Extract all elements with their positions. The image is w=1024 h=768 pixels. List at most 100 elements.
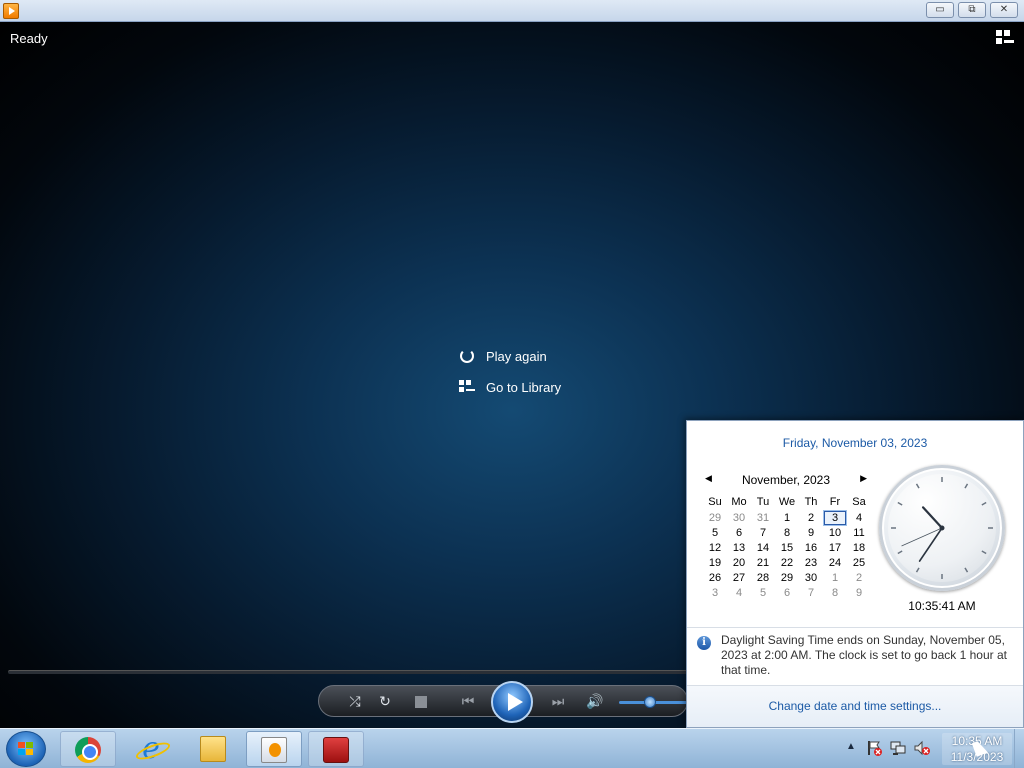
clock-hour-hand [921, 506, 944, 530]
calendar-day[interactable]: 27 [727, 570, 751, 585]
calendar-day[interactable]: 13 [727, 540, 751, 555]
calendar-day[interactable]: 22 [775, 555, 799, 570]
library-icon [458, 379, 476, 395]
calendar-week-row: 3456789 [703, 585, 871, 600]
dst-notice-text: Daylight Saving Time ends on Sunday, Nov… [721, 633, 1007, 677]
calendar-day[interactable]: 23 [799, 555, 823, 570]
clock-center [939, 525, 945, 531]
clock-tick [964, 483, 969, 489]
calendar-day[interactable]: 6 [775, 585, 799, 600]
weekday-header: Mo [731, 496, 747, 508]
go-to-library-link[interactable]: Go to Library [458, 379, 561, 395]
calendar-day[interactable]: 2 [799, 510, 823, 525]
calendar-day[interactable]: 2 [847, 570, 871, 585]
calendar-day[interactable]: 31 [751, 510, 775, 525]
calendar-day[interactable]: 11 [847, 525, 871, 540]
play-again-icon [458, 348, 476, 364]
digital-clock: 10:35:41 AM [908, 599, 976, 613]
seek-bar[interactable] [8, 670, 688, 674]
windows-media-player-app-icon[interactable] [3, 3, 19, 19]
taskbar-file-explorer[interactable] [186, 731, 242, 767]
calendar-day[interactable]: 9 [847, 585, 871, 600]
calendar-day[interactable]: 24 [823, 555, 847, 570]
restore-button[interactable]: ⧉ [958, 2, 986, 18]
next-month-button[interactable]: ▶ [860, 473, 867, 484]
calendar-day[interactable]: 19 [703, 555, 727, 570]
calendar-day[interactable]: 4 [847, 510, 871, 525]
weekday-header: Sa [852, 496, 866, 508]
calendar-day[interactable]: 1 [775, 510, 799, 525]
minimize-button[interactable]: ▭ [926, 2, 954, 18]
calendar-week-row: 26 27 28 29 30 1 2 [703, 570, 871, 585]
volume-slider-thumb[interactable] [643, 696, 656, 708]
calendar-day[interactable]: 1 [823, 570, 847, 585]
calendar-day[interactable]: 28 [751, 570, 775, 585]
shuffle-button[interactable]: ⤮ [345, 693, 365, 710]
calendar-day[interactable]: 16 [799, 540, 823, 555]
weekday-header: Th [804, 496, 818, 508]
calendar-day[interactable]: 4 [727, 585, 751, 600]
calendar-day[interactable]: 5 [703, 525, 727, 540]
calendar-day[interactable]: 6 [727, 525, 751, 540]
calendar-day[interactable]: 26 [703, 570, 727, 585]
calendar-week-row: 19 20 21 22 23 24 25 [703, 555, 871, 570]
calendar-header: ◀ November, 2023 ▶ [705, 473, 867, 487]
calendar-day[interactable]: 5 [751, 585, 775, 600]
windows-logo-icon [18, 742, 34, 756]
calendar-day[interactable]: 10 [823, 525, 847, 540]
play-button[interactable] [491, 681, 533, 723]
go-to-library-label: Go to Library [486, 379, 562, 395]
full-date-link[interactable]: Friday, November 03, 2023 [687, 436, 1023, 450]
calendar-day[interactable]: 14 [751, 540, 775, 555]
play-again-label: Play again [486, 348, 547, 364]
calendar-day[interactable]: 9 [799, 525, 823, 540]
taskbar-internet-explorer[interactable]: e [124, 731, 180, 767]
show-hidden-icons-button[interactable]: ▲ [846, 741, 856, 752]
show-desktop-button[interactable] [1014, 729, 1024, 768]
clock-tick [981, 550, 987, 555]
calendar-month-label[interactable]: November, 2023 [705, 473, 867, 487]
calendar-day[interactable]: 18 [847, 540, 871, 555]
calendar-day[interactable]: 17 [823, 540, 847, 555]
calendar-day[interactable]: 25 [847, 555, 871, 570]
network-icon[interactable] [890, 740, 906, 756]
calendar-day[interactable]: 7 [751, 525, 775, 540]
calendar-day[interactable]: 3 [703, 585, 727, 600]
taskbar-chrome[interactable] [60, 731, 116, 767]
calendar-day[interactable]: 8 [775, 525, 799, 540]
calendar-day[interactable]: 20 [727, 555, 751, 570]
action-center-flag-icon[interactable] [866, 740, 882, 756]
calendar-day[interactable]: 15 [775, 540, 799, 555]
stop-button[interactable] [415, 696, 427, 708]
calendar-day-today[interactable]: 3 [823, 509, 847, 526]
calendar-day[interactable]: 29 [775, 570, 799, 585]
calendar-day[interactable]: 30 [799, 570, 823, 585]
repeat-button[interactable]: ↻ [375, 693, 395, 710]
clock-tick [897, 501, 903, 506]
weekday-header: Su [708, 496, 722, 508]
calendar-day[interactable]: 12 [703, 540, 727, 555]
clock-tick [964, 567, 969, 573]
taskbar-toolbox[interactable] [308, 731, 364, 767]
next-button[interactable]: ⏭ [537, 693, 577, 710]
volume-muted-icon[interactable] [914, 740, 930, 756]
calendar-day[interactable]: 30 [727, 510, 751, 525]
close-button[interactable]: ✕ [990, 2, 1018, 18]
player-status: Ready [10, 31, 48, 46]
calendar-day[interactable]: 21 [751, 555, 775, 570]
calendar-day[interactable]: 7 [799, 585, 823, 600]
clock-tick [897, 550, 903, 555]
calendar-day[interactable]: 29 [703, 510, 727, 525]
internet-explorer-icon: e [138, 734, 164, 764]
start-button[interactable] [6, 731, 46, 767]
dst-notice: i Daylight Saving Time ends on Sunday, N… [687, 627, 1023, 685]
calendar-day[interactable]: 8 [823, 585, 847, 600]
taskbar-windows-media-player[interactable] [246, 731, 302, 767]
change-date-time-settings-link[interactable]: Change date and time settings... [687, 685, 1023, 727]
file-explorer-icon [200, 736, 226, 762]
info-icon: i [697, 636, 711, 650]
play-again-link[interactable]: Play again [458, 348, 547, 364]
previous-button[interactable]: ⏮ [447, 693, 487, 710]
switch-to-library-button[interactable] [996, 30, 1014, 46]
mute-button[interactable]: 🔊 [585, 693, 605, 710]
